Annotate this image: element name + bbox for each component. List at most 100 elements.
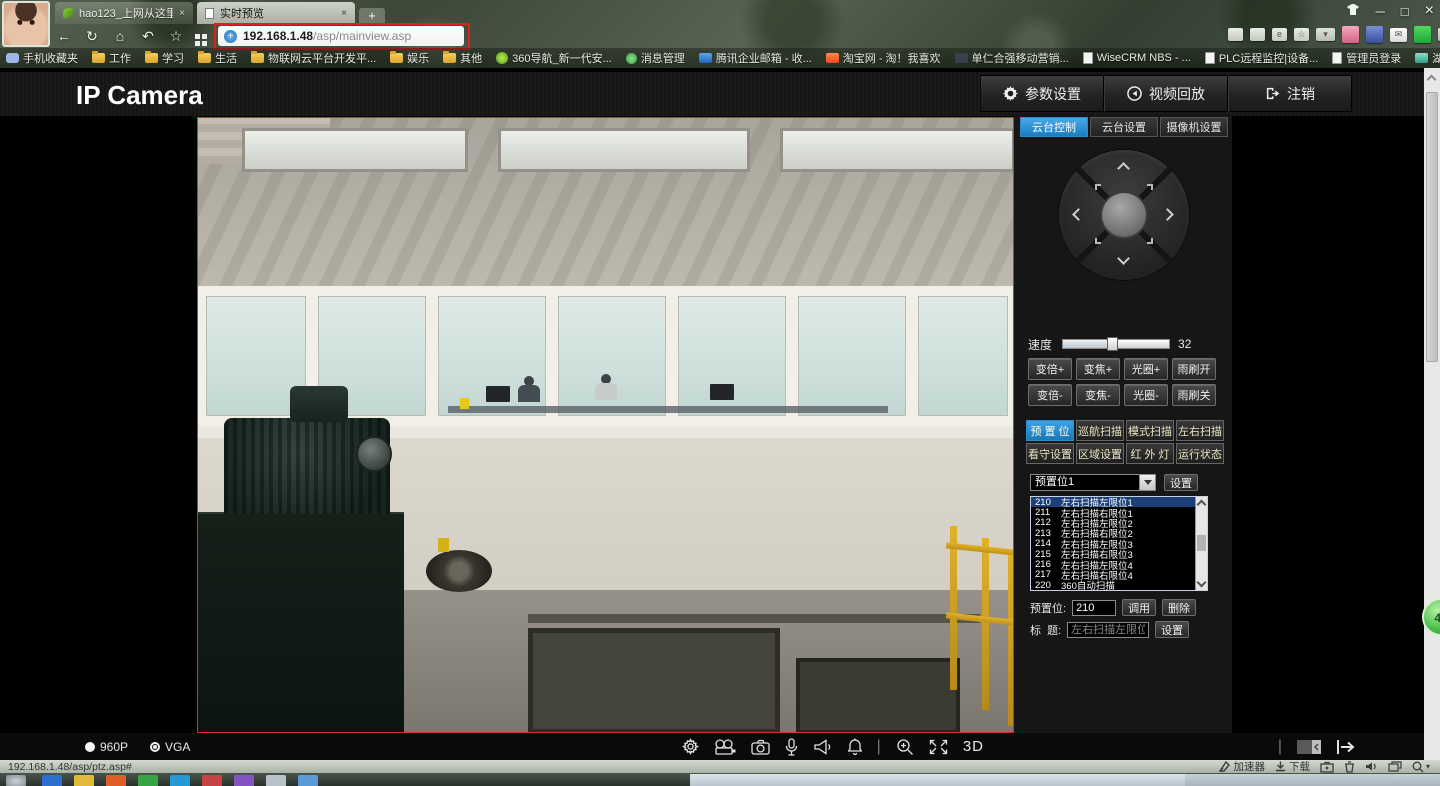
speaker-horn-icon[interactable] — [813, 739, 833, 755]
settings-button[interactable]: 参数设置 — [980, 75, 1104, 112]
bookmark-item[interactable]: 其他 — [443, 50, 482, 66]
mail-icon[interactable]: ✉ — [1390, 28, 1407, 42]
undo-icon[interactable]: ↶ — [139, 28, 157, 45]
bookmark-item[interactable]: 物联网云平台开发平... — [251, 50, 376, 66]
snapshot-camera-icon[interactable] — [751, 739, 770, 755]
extension-pink-icon[interactable] — [1342, 26, 1359, 43]
new-tab-button[interactable]: + — [359, 8, 385, 24]
volume-icon[interactable] — [1365, 761, 1378, 772]
bookmark-item[interactable]: 管理员登录 — [1332, 50, 1401, 66]
taskbar-app[interactable] — [298, 775, 318, 786]
focus-in-button[interactable]: 变焦+ — [1076, 358, 1120, 380]
zoom-level-button[interactable]: ▾ — [1412, 761, 1430, 773]
call-preset-button[interactable]: 调用 — [1122, 599, 1156, 616]
apps-grid-icon[interactable] — [195, 34, 200, 39]
bookmark-item[interactable]: 腾讯企业邮箱 - 收... — [699, 50, 812, 66]
pan-down-right-icon[interactable] — [1147, 238, 1153, 244]
tab-presets[interactable]: 预 置 位 — [1026, 420, 1074, 441]
scroll-down-icon[interactable] — [1197, 578, 1207, 588]
bookmark-item[interactable]: 360导航_新一代安... — [496, 50, 612, 66]
bookmark-item[interactable]: PLC远程监控|设备... — [1205, 50, 1318, 66]
download-button[interactable]: 下载 — [1275, 759, 1310, 774]
tab-ir-light[interactable]: 红 外 灯 — [1126, 443, 1174, 464]
tab-guard-settings[interactable]: 看守设置 — [1026, 443, 1074, 464]
pan-left-icon[interactable] — [1072, 208, 1085, 221]
tab-hao123[interactable]: hao123_上网从这里开始 × — [55, 2, 193, 24]
ptz-direction-pad[interactable] — [1059, 150, 1189, 280]
taskbar-active-window[interactable] — [690, 774, 1185, 786]
tab-ptz-control[interactable]: 云台控制 — [1020, 117, 1088, 137]
list-item[interactable]: 210左右扫描左限位1 — [1031, 497, 1207, 507]
taskbar-app[interactable] — [138, 775, 158, 786]
3d-position-button[interactable]: 3D — [963, 738, 984, 755]
screenshot-icon[interactable] — [1250, 28, 1265, 41]
list-item[interactable]: 211左右扫描右限位1 — [1031, 507, 1207, 517]
scroll-up-icon[interactable] — [1427, 75, 1437, 85]
bookmark-item[interactable]: WiseCRM NBS - ... — [1083, 52, 1191, 64]
iris-close-button[interactable]: 光圈- — [1124, 384, 1168, 406]
logout-button[interactable]: 注销 — [1228, 75, 1352, 112]
tab-close-icon[interactable]: × — [341, 8, 347, 19]
digital-zoom-icon[interactable] — [896, 738, 914, 756]
tab-pan-scan[interactable]: 左右扫描 — [1176, 420, 1224, 441]
accelerator-button[interactable]: 加速器 — [1219, 759, 1265, 774]
skin-icon[interactable] — [1346, 4, 1360, 19]
ie-mode-icon[interactable]: e — [1272, 28, 1287, 41]
pan-up-icon[interactable] — [1117, 162, 1130, 175]
start-orb[interactable] — [6, 775, 26, 786]
maximize-button[interactable]: □ — [1401, 4, 1409, 19]
bookmark-item[interactable]: 学习 — [145, 50, 184, 66]
trash-icon[interactable] — [1344, 761, 1355, 773]
bookmark-item[interactable]: 生活 — [198, 50, 237, 66]
bookmark-star-icon[interactable]: ☆ — [1294, 28, 1309, 41]
bookmark-item[interactable]: 淘宝网 - 淘！我喜欢 — [826, 50, 941, 66]
tab-cruise-scan[interactable]: 巡航扫描 — [1076, 420, 1124, 441]
list-scrollbar[interactable] — [1195, 497, 1207, 590]
preset-set-button[interactable]: 设置 — [1164, 474, 1198, 491]
title-set-button[interactable]: 设置 — [1155, 621, 1189, 638]
list-item[interactable]: 220360自动扫描 — [1031, 580, 1207, 590]
focus-out-button[interactable]: 变焦- — [1076, 384, 1120, 406]
minimize-button[interactable]: ─ — [1376, 4, 1385, 19]
address-bar[interactable]: + 192.168.1.48/asp/mainview.asp — [218, 26, 464, 46]
tab-live-preview[interactable]: 实时预览 × — [197, 2, 355, 24]
list-item[interactable]: 217左右扫描右限位4 — [1031, 570, 1207, 580]
taskbar-tray-area[interactable] — [1185, 774, 1440, 786]
wechat-icon[interactable] — [1414, 26, 1431, 43]
tab-run-status[interactable]: 运行状态 — [1176, 443, 1224, 464]
taskbar-app[interactable] — [170, 775, 190, 786]
popup-blocker-icon[interactable] — [1228, 28, 1243, 41]
fullscreen-icon[interactable] — [929, 739, 948, 755]
iris-open-button[interactable]: 光圈+ — [1124, 358, 1168, 380]
alarm-bell-icon[interactable] — [848, 738, 862, 755]
resolution-vga-radio[interactable]: VGA — [150, 740, 190, 754]
bookmark-item[interactable]: 娱乐 — [390, 50, 429, 66]
taskbar-app[interactable] — [106, 775, 126, 786]
taskbar-app[interactable] — [202, 775, 222, 786]
list-item[interactable]: 215左右扫描右限位3 — [1031, 549, 1207, 559]
scroll-thumb[interactable] — [1197, 535, 1206, 551]
bookmark-item[interactable]: 手机收藏夹 — [6, 50, 78, 66]
tab-camera-settings[interactable]: 摄像机设置 — [1160, 117, 1228, 137]
taskbar-app[interactable] — [266, 775, 286, 786]
pan-up-right-icon[interactable] — [1147, 184, 1153, 190]
back-icon[interactable]: ← — [55, 28, 73, 44]
wiper-off-button[interactable]: 雨刷关 — [1172, 384, 1216, 406]
list-item[interactable]: 213左右扫描右限位2 — [1031, 528, 1207, 538]
preset-list[interactable]: 210左右扫描左限位1 211左右扫描右限位1 212左右扫描左限位2 213左… — [1030, 496, 1208, 591]
favorite-star-icon[interactable]: ☆ — [167, 28, 185, 45]
bookmark-item[interactable]: 湖南华辰智通科技... — [1415, 50, 1440, 66]
taskbar-app[interactable] — [234, 775, 254, 786]
zoom-in-button[interactable]: 变倍+ — [1028, 358, 1072, 380]
toolbar-dropdown-icon[interactable]: ▾ — [1316, 28, 1335, 41]
speed-slider[interactable] — [1062, 339, 1170, 349]
zoom-out-button[interactable]: 变倍- — [1028, 384, 1072, 406]
taskbar-app-explorer[interactable] — [74, 775, 94, 786]
tab-area-settings[interactable]: 区域设置 — [1076, 443, 1124, 464]
scroll-thumb[interactable] — [1426, 92, 1438, 362]
pan-up-left-icon[interactable] — [1095, 184, 1101, 190]
stream-settings-gear-icon[interactable] — [682, 738, 699, 755]
wiper-on-button[interactable]: 雨刷开 — [1172, 358, 1216, 380]
pan-down-left-icon[interactable] — [1095, 238, 1101, 244]
playback-button[interactable]: 视频回放 — [1104, 75, 1228, 112]
